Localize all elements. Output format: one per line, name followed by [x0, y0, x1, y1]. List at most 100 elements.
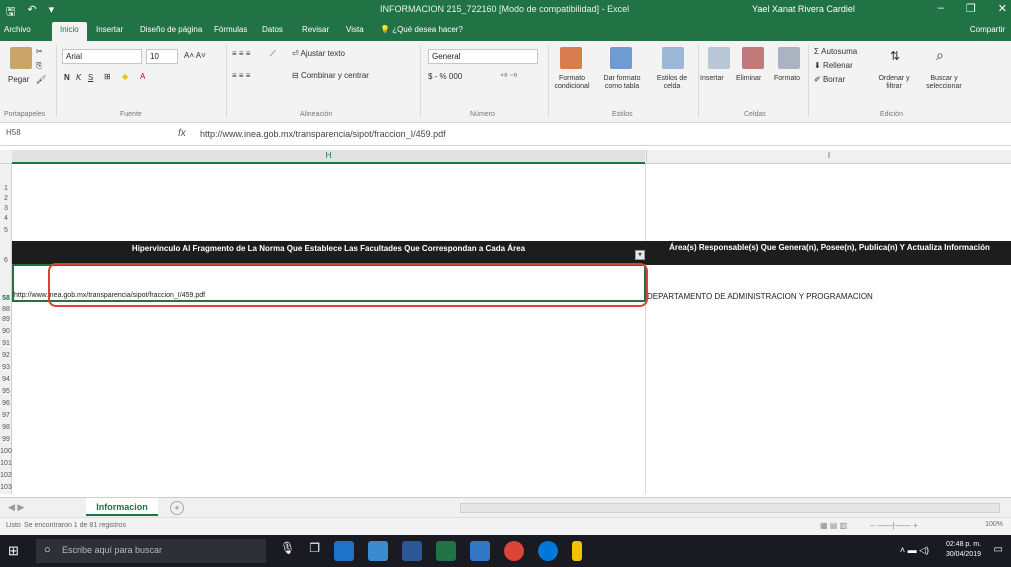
- header-cell-i[interactable]: Área(s) Responsable(s) Que Genera(n), Po…: [648, 243, 1011, 253]
- font-size-select[interactable]: 10: [146, 49, 178, 64]
- row-number[interactable]: 100: [0, 448, 12, 455]
- currency-format-button[interactable]: $ - % 000: [428, 72, 462, 81]
- excel-icon[interactable]: [436, 541, 456, 561]
- notification-icon[interactable]: ▭: [994, 544, 1003, 555]
- tab-insertar[interactable]: Insertar: [96, 25, 123, 34]
- font-name-select[interactable]: Arial: [62, 49, 142, 64]
- fill-color-icon[interactable]: ◆: [122, 72, 128, 81]
- cut-icon[interactable]: ✂: [36, 47, 43, 56]
- system-tray-icons[interactable]: ˄ ▬ ◁): [900, 545, 929, 556]
- column-header-h[interactable]: H: [12, 150, 645, 164]
- italic-button[interactable]: K: [76, 73, 81, 82]
- tab-formulas[interactable]: Fórmulas: [214, 25, 247, 34]
- underline-button[interactable]: S: [88, 73, 93, 82]
- explorer-icon[interactable]: [572, 541, 582, 561]
- conditional-format-button[interactable]: Formato condicional: [548, 75, 596, 91]
- orientation-icon[interactable]: ⟋: [270, 49, 276, 59]
- row-number[interactable]: 91: [0, 340, 12, 347]
- zoom-slider[interactable]: – ——|—— +: [870, 521, 918, 530]
- row-number[interactable]: 6: [0, 257, 12, 264]
- tab-revisar[interactable]: Revisar: [302, 25, 329, 34]
- name-box[interactable]: H58: [6, 128, 66, 137]
- decimal-icon[interactable]: ⁺⁰ ⁻⁰: [500, 72, 517, 81]
- tab-inicio[interactable]: Inicio: [52, 22, 87, 41]
- filter-dropdown-button[interactable]: ▾: [635, 250, 645, 260]
- row-number[interactable]: 95: [0, 388, 12, 395]
- row-number[interactable]: 96: [0, 400, 12, 407]
- format-cells-button[interactable]: Formato: [774, 75, 800, 82]
- row-number[interactable]: 4: [0, 215, 12, 222]
- row-number[interactable]: 98: [0, 424, 12, 431]
- view-mode-icons[interactable]: ▦ ▤ ▥: [820, 521, 847, 530]
- outlook-icon[interactable]: [470, 541, 490, 561]
- system-clock[interactable]: 02:48 p. m. 30/04/2019: [946, 540, 981, 560]
- number-format-select[interactable]: General: [428, 49, 538, 64]
- sheet-tab-informacion[interactable]: Informacion: [86, 498, 158, 516]
- row-number[interactable]: 1: [0, 185, 12, 192]
- row-number[interactable]: 102: [0, 472, 12, 479]
- row-number[interactable]: 92: [0, 352, 12, 359]
- cell-styles-button[interactable]: Estilos de celda: [650, 75, 694, 91]
- row-number[interactable]: 90: [0, 328, 12, 335]
- restore-button[interactable]: ❐: [966, 2, 976, 15]
- chrome-icon[interactable]: [504, 541, 524, 561]
- sort-filter-button[interactable]: Ordenar y filtrar: [870, 75, 918, 91]
- paste-icon[interactable]: [10, 47, 32, 69]
- tab-vista[interactable]: Vista: [346, 25, 364, 34]
- grow-font-icon[interactable]: A˄ A˅: [184, 51, 206, 60]
- clear-button[interactable]: ✐ Borrar: [814, 75, 845, 84]
- windows-start-icon[interactable]: ⊞: [8, 543, 24, 559]
- align-top-icon[interactable]: ≡ ≡ ≡: [232, 49, 250, 58]
- row-number[interactable]: 97: [0, 412, 12, 419]
- format-painter-icon[interactable]: 🖌: [36, 75, 46, 84]
- function-icon[interactable]: fx: [178, 128, 186, 139]
- align-left-icon[interactable]: ≡ ≡ ≡: [232, 71, 250, 80]
- merge-center-button[interactable]: ⊟ Combinar y centrar: [292, 71, 369, 80]
- close-button[interactable]: ✕: [998, 2, 1007, 15]
- store-icon[interactable]: [368, 541, 388, 561]
- format-as-table-button[interactable]: Dar formato como tabla: [596, 75, 648, 91]
- edge-icon[interactable]: [334, 541, 354, 561]
- task-view-icon[interactable]: ❐: [309, 541, 320, 561]
- row-number[interactable]: 5: [0, 227, 12, 234]
- autosum-button[interactable]: Σ Autosuma: [814, 47, 857, 56]
- copy-icon[interactable]: ⎘: [36, 61, 42, 71]
- scroll-left-icon[interactable]: ◀ ▶: [8, 502, 24, 513]
- row-number[interactable]: 94: [0, 376, 12, 383]
- wrap-text-button[interactable]: ⏎ Ajustar texto: [292, 49, 345, 58]
- header-cell-h[interactable]: Hipervinculo Al Fragmento de La Norma Qu…: [12, 244, 645, 253]
- taskbar-search-box[interactable]: ○ Escribe aquí para buscar: [36, 539, 266, 563]
- row-number-selected[interactable]: 58: [0, 295, 12, 302]
- formula-input[interactable]: http://www.inea.gob.mx/transparencia/sip…: [200, 129, 446, 139]
- microphone-icon[interactable]: 🎙: [280, 541, 295, 561]
- row-number[interactable]: 89: [0, 316, 12, 323]
- row-number[interactable]: 2: [0, 195, 12, 202]
- paste-button[interactable]: Pegar: [8, 75, 29, 84]
- bold-button[interactable]: N: [64, 73, 70, 82]
- row-number[interactable]: 88: [0, 306, 12, 313]
- row-number[interactable]: 3: [0, 205, 12, 212]
- row-number[interactable]: 101: [0, 460, 12, 467]
- user-name[interactable]: Yael Xanat Rivera Cardiel: [752, 4, 855, 14]
- row-number[interactable]: 99: [0, 436, 12, 443]
- skype-icon[interactable]: [538, 541, 558, 561]
- tab-datos[interactable]: Datos: [262, 25, 283, 34]
- minimize-button[interactable]: –: [938, 2, 944, 15]
- insert-cells-button[interactable]: Insertar: [700, 75, 724, 82]
- fill-button[interactable]: ⬇ Rellenar: [814, 61, 853, 70]
- borders-icon[interactable]: ⊞: [104, 72, 111, 81]
- font-color-icon[interactable]: A: [140, 72, 145, 81]
- word-icon[interactable]: [402, 541, 422, 561]
- tell-me-box[interactable]: 💡 ¿Qué desea hacer?: [380, 25, 463, 34]
- tab-archivo[interactable]: Archivo: [4, 25, 31, 34]
- tab-diseno-pagina[interactable]: Diseño de página: [140, 25, 202, 34]
- row-number[interactable]: 103: [0, 484, 12, 491]
- column-header-i[interactable]: I: [646, 150, 1011, 164]
- zoom-level[interactable]: 100%: [985, 521, 1003, 528]
- delete-cells-button[interactable]: Eliminar: [736, 75, 761, 82]
- horizontal-scrollbar[interactable]: [460, 503, 1000, 513]
- cell-i58[interactable]: DEPARTAMENTO DE ADMINISTRACION Y PROGRAM…: [647, 292, 873, 301]
- find-select-button[interactable]: Buscar y seleccionar: [918, 75, 970, 91]
- add-sheet-button[interactable]: +: [170, 501, 184, 515]
- row-number[interactable]: 93: [0, 364, 12, 371]
